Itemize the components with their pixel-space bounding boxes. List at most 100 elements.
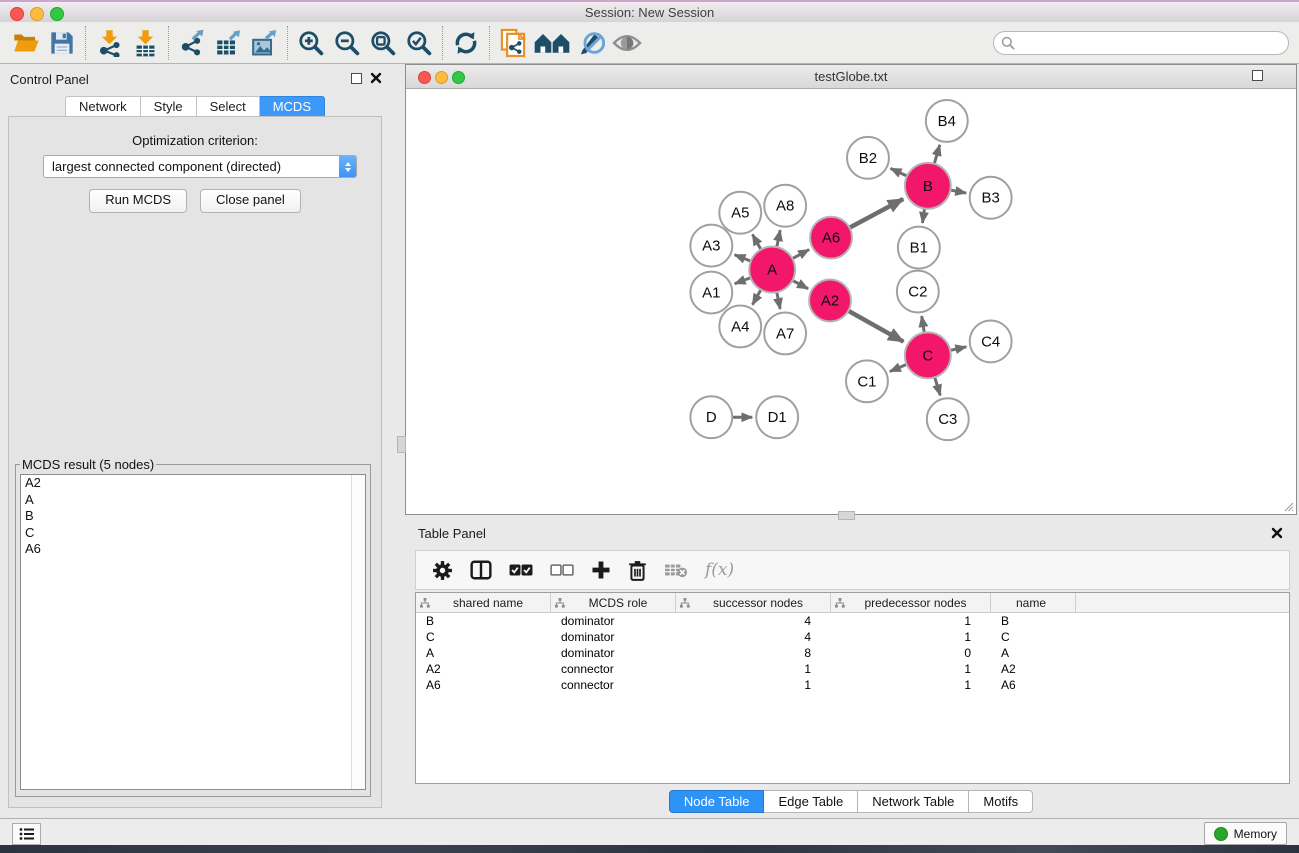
home-browser-button[interactable] bbox=[531, 26, 573, 60]
table-row[interactable]: Cdominator41C bbox=[416, 629, 1289, 645]
zoom-out-button[interactable] bbox=[329, 26, 365, 60]
table-row[interactable]: A6connector11A6 bbox=[416, 677, 1289, 693]
export-network-button[interactable] bbox=[174, 26, 210, 60]
graph-node-D1[interactable]: D1 bbox=[756, 396, 798, 438]
table-cell[interactable]: 1 bbox=[676, 661, 831, 677]
graph-node-A1[interactable]: A1 bbox=[690, 272, 732, 314]
graph-node-A2[interactable]: A2 bbox=[809, 280, 851, 322]
table-cell[interactable]: 0 bbox=[831, 645, 991, 661]
float-panel-icon[interactable] bbox=[351, 73, 362, 84]
graph-node-A[interactable]: A bbox=[749, 247, 795, 293]
tab-select[interactable]: Select bbox=[197, 96, 260, 118]
save-session-button[interactable] bbox=[44, 26, 80, 60]
hide-labels-button[interactable] bbox=[573, 26, 609, 60]
table-cell[interactable]: A2 bbox=[991, 661, 1076, 677]
table-cell[interactable]: connector bbox=[551, 677, 676, 693]
show-graphics-details-button[interactable] bbox=[609, 26, 645, 60]
split-pane-handle-vertical[interactable] bbox=[397, 436, 406, 453]
delete-table-icon[interactable] bbox=[664, 562, 688, 578]
memory-button[interactable]: Memory bbox=[1204, 822, 1287, 845]
column-header-shared-name[interactable]: shared name bbox=[416, 593, 551, 612]
table-row[interactable]: Bdominator41B bbox=[416, 613, 1289, 629]
table-cell[interactable]: A bbox=[991, 645, 1076, 661]
table-cell[interactable]: A6 bbox=[991, 677, 1076, 693]
table-cell[interactable]: 4 bbox=[676, 629, 831, 645]
table-cell[interactable]: 8 bbox=[676, 645, 831, 661]
graph-node-D[interactable]: D bbox=[690, 396, 732, 438]
tab-motifs[interactable]: Motifs bbox=[969, 790, 1033, 813]
export-table-button[interactable] bbox=[210, 26, 246, 60]
select-all-columns-icon[interactable] bbox=[509, 563, 533, 577]
zoom-selected-button[interactable] bbox=[401, 26, 437, 60]
table-cell[interactable]: A bbox=[416, 645, 551, 661]
graph-node-A8[interactable]: A8 bbox=[764, 185, 806, 227]
graph-node-C[interactable]: C bbox=[905, 332, 951, 378]
table-cell[interactable]: connector bbox=[551, 661, 676, 677]
mcds-result-item[interactable]: A6 bbox=[21, 541, 365, 558]
resize-grip-icon[interactable] bbox=[1282, 500, 1294, 512]
table-row[interactable]: A2connector11A2 bbox=[416, 661, 1289, 677]
show-columns-icon[interactable] bbox=[470, 560, 492, 580]
table-cell[interactable]: 1 bbox=[831, 629, 991, 645]
graph-node-A3[interactable]: A3 bbox=[690, 225, 732, 267]
tab-edge-table[interactable]: Edge Table bbox=[764, 790, 858, 813]
table-cell[interactable]: C bbox=[991, 629, 1076, 645]
table-close-icon[interactable] bbox=[1271, 527, 1283, 539]
table-float-icon[interactable] bbox=[1252, 70, 1263, 81]
mcds-result-item[interactable]: A bbox=[21, 492, 365, 509]
graph-node-C1[interactable]: C1 bbox=[846, 360, 888, 402]
graph-node-A4[interactable]: A4 bbox=[719, 305, 761, 347]
table-cell[interactable]: dominator bbox=[551, 629, 676, 645]
graph-node-B4[interactable]: B4 bbox=[926, 100, 968, 142]
table-cell[interactable]: A6 bbox=[416, 677, 551, 693]
unselect-all-columns-icon[interactable] bbox=[550, 563, 574, 577]
import-network-button[interactable] bbox=[91, 26, 127, 60]
graph-node-A7[interactable]: A7 bbox=[764, 312, 806, 354]
run-mcds-button[interactable]: Run MCDS bbox=[89, 189, 187, 213]
create-column-plus-icon[interactable] bbox=[591, 560, 611, 580]
task-history-button[interactable] bbox=[12, 823, 41, 845]
search-input[interactable] bbox=[1019, 35, 1288, 51]
column-header-mcds-role[interactable]: MCDS role bbox=[551, 593, 676, 612]
open-session-button[interactable] bbox=[8, 26, 44, 60]
table-cell[interactable]: dominator bbox=[551, 613, 676, 629]
table-cell[interactable]: dominator bbox=[551, 645, 676, 661]
zoom-fit-button[interactable] bbox=[365, 26, 401, 60]
tab-network[interactable]: Network bbox=[65, 96, 141, 118]
table-cell[interactable]: 1 bbox=[676, 677, 831, 693]
table-cell[interactable]: 4 bbox=[676, 613, 831, 629]
tab-node-table[interactable]: Node Table bbox=[669, 790, 765, 813]
graph-node-A6[interactable]: A6 bbox=[810, 217, 852, 259]
column-header-successor-nodes[interactable]: successor nodes bbox=[676, 593, 831, 612]
close-panel-button[interactable]: Close panel bbox=[200, 189, 301, 213]
table-settings-gear-icon[interactable] bbox=[432, 560, 453, 581]
split-pane-handle-horizontal[interactable] bbox=[838, 511, 855, 520]
criterion-dropdown[interactable]: largest connected component (directed) bbox=[43, 155, 357, 178]
graph-node-B2[interactable]: B2 bbox=[847, 137, 889, 179]
zoom-in-button[interactable] bbox=[293, 26, 329, 60]
table-cell[interactable]: 1 bbox=[831, 613, 991, 629]
table-row[interactable]: Adominator80A bbox=[416, 645, 1289, 661]
graph-node-C2[interactable]: C2 bbox=[897, 271, 939, 313]
column-header-predecessor-nodes[interactable]: predecessor nodes bbox=[831, 593, 991, 612]
graph-node-B3[interactable]: B3 bbox=[970, 177, 1012, 219]
tab-mcds[interactable]: MCDS bbox=[260, 96, 325, 118]
function-builder-fx-icon[interactable]: f(x) bbox=[705, 560, 734, 580]
mcds-result-item[interactable]: C bbox=[21, 525, 365, 542]
graph-node-C3[interactable]: C3 bbox=[927, 398, 969, 440]
graph-node-A5[interactable]: A5 bbox=[719, 192, 761, 234]
refresh-layout-button[interactable] bbox=[448, 26, 484, 60]
tab-style[interactable]: Style bbox=[141, 96, 197, 118]
close-panel-icon[interactable] bbox=[370, 72, 382, 84]
delete-column-trash-icon[interactable] bbox=[628, 560, 647, 581]
graph-node-B[interactable]: B bbox=[905, 163, 951, 209]
clone-network-button[interactable] bbox=[495, 26, 531, 60]
import-table-button[interactable] bbox=[127, 26, 163, 60]
table-cell[interactable]: 1 bbox=[831, 677, 991, 693]
export-image-button[interactable] bbox=[246, 26, 282, 60]
column-header-name[interactable]: name bbox=[991, 593, 1076, 612]
table-cell[interactable]: B bbox=[416, 613, 551, 629]
table-cell[interactable]: B bbox=[991, 613, 1076, 629]
mcds-result-item[interactable]: B bbox=[21, 508, 365, 525]
table-cell[interactable]: 1 bbox=[831, 661, 991, 677]
